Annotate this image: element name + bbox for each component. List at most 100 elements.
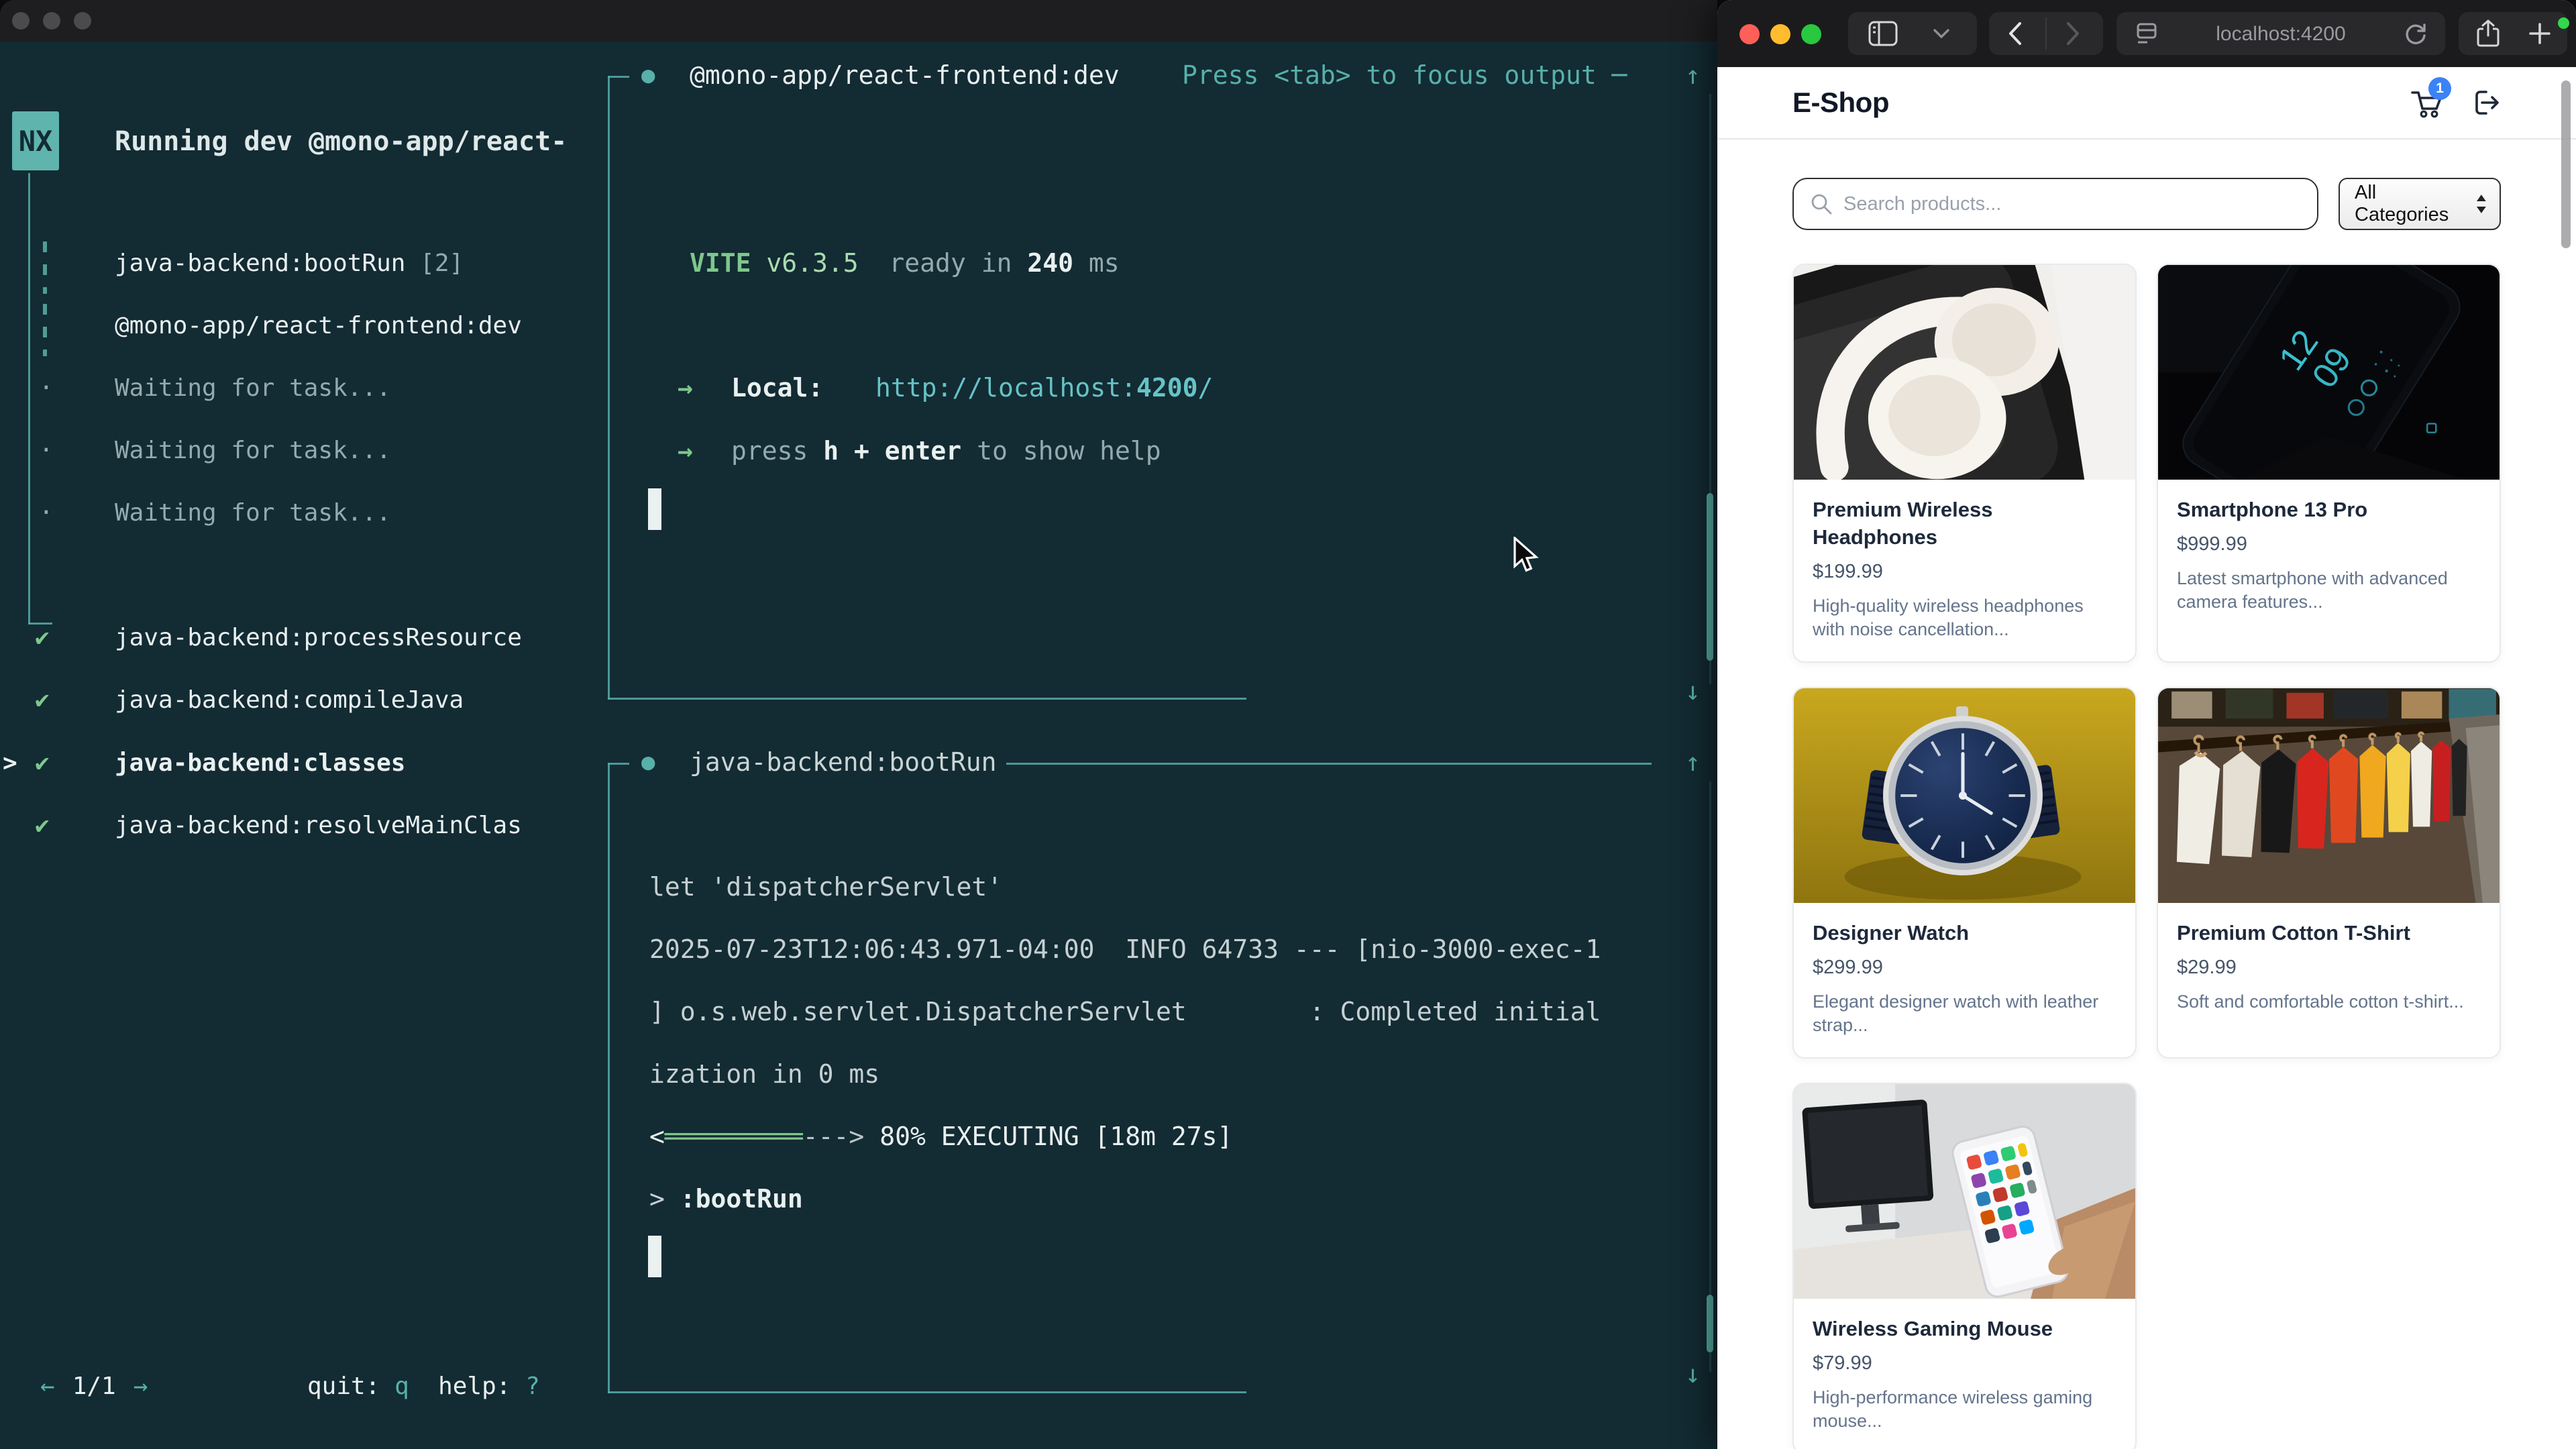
- search-input[interactable]: Search products...: [1792, 178, 2318, 230]
- product-name: Premium Wireless Headphones: [1813, 496, 2116, 551]
- product-image-smartphone: 12 09: [2158, 265, 2500, 480]
- product-card-body: Premium Wireless Headphones $199.99 High…: [1794, 480, 2135, 661]
- progress-bar: ═════════: [665, 1122, 803, 1151]
- product-price: $79.99: [1813, 1352, 2116, 1375]
- forward-icon[interactable]: [2065, 21, 2080, 46]
- product-description: Latest smartphone with advanced camera f…: [2177, 567, 2481, 614]
- browser-toolbar: localhost:4200: [1717, 0, 2576, 67]
- new-tab-icon[interactable]: [2528, 22, 2551, 45]
- scroll-down-icon[interactable]: ↓: [1685, 676, 1701, 706]
- waiting-bullet: ·: [39, 437, 54, 464]
- vite-ready-line: VITE v6.3.5 ready in 240 ms: [690, 248, 1120, 278]
- product-card[interactable]: Wireless Gaming Mouse $79.99 High-perfor…: [1792, 1083, 2137, 1449]
- task-count-badge: [2]: [420, 250, 464, 277]
- url-text[interactable]: localhost:4200: [2116, 23, 2445, 46]
- waiting-bullet: ·: [39, 499, 54, 527]
- pane-border: [608, 763, 629, 765]
- gradle-task-line: > :bootRun: [649, 1184, 803, 1214]
- product-image-watch: [1794, 688, 2135, 903]
- divider: [2045, 17, 2047, 50]
- product-price: $199.99: [1813, 561, 2116, 583]
- product-price: $29.99: [2177, 957, 2481, 979]
- queued-task-row: java-backend:bootRun [2]: [115, 250, 464, 277]
- product-name: Premium Cotton T-Shirt: [2177, 919, 2481, 947]
- task-label: java-backend:bootRun: [115, 250, 420, 277]
- local-url-link[interactable]: http://localhost:4200/: [875, 373, 1213, 402]
- select-stepper-icon: [2474, 192, 2489, 216]
- window-zoom-icon[interactable]: [74, 12, 91, 30]
- pager-right-arrow-icon[interactable]: →: [133, 1373, 148, 1400]
- category-select[interactable]: All Categories: [2339, 178, 2501, 230]
- search-placeholder: Search products...: [1843, 193, 2001, 215]
- product-description: Elegant designer watch with leather stra…: [1813, 990, 2116, 1037]
- chevron-down-icon[interactable]: [1933, 28, 1950, 39]
- check-icon: ✔: [35, 812, 50, 839]
- filters-row: Search products... All Categories: [1792, 178, 2501, 230]
- pane2-scrollbar-thumb[interactable]: [1707, 1295, 1713, 1352]
- waiting-task-row: Waiting for task...: [115, 437, 391, 464]
- completed-task-row: java-backend:compileJava: [115, 686, 464, 714]
- pane2-scrollbar-track[interactable]: [1709, 782, 1711, 1372]
- pane-bullet-icon: ●: [641, 749, 655, 775]
- reload-icon[interactable]: [2404, 21, 2428, 46]
- scroll-down-icon[interactable]: ↓: [1685, 1359, 1701, 1389]
- prompt-arrow-icon: →: [678, 373, 693, 402]
- terminal-cursor: [648, 1236, 661, 1277]
- product-description: High-quality wireless headphones with no…: [1813, 594, 2116, 641]
- pane1-scrollbar-thumb[interactable]: [1707, 493, 1713, 661]
- ready-prefix: ready in: [859, 248, 1028, 278]
- completed-task-row: java-backend:resolveMainClas: [115, 812, 522, 839]
- product-card-body: Wireless Gaming Mouse $79.99 High-perfor…: [1794, 1299, 2135, 1449]
- category-selected-value: All Categories: [2355, 182, 2474, 226]
- product-card[interactable]: Designer Watch $299.99 Elegant designer …: [1792, 687, 2137, 1059]
- browser-window: localhost:4200 E-Shop 1: [1717, 0, 2576, 1449]
- product-card[interactable]: Premium Wireless Headphones $199.99 High…: [1792, 264, 2137, 663]
- window-minimize-icon[interactable]: [1770, 24, 1790, 44]
- pane-border: [608, 1391, 1246, 1393]
- product-price: $999.99: [2177, 533, 2481, 555]
- pane2-title: java-backend:bootRun: [690, 747, 997, 777]
- ready-ms: 240: [1027, 248, 1073, 278]
- completed-task-row: java-backend:processResource: [115, 624, 522, 651]
- product-name: Wireless Gaming Mouse: [1813, 1315, 2116, 1342]
- sidebar-button-group: [1848, 12, 1977, 55]
- pane-border: [608, 763, 610, 1393]
- pane-bullet-icon: ●: [641, 62, 655, 89]
- window-minimize-icon[interactable]: [43, 12, 60, 30]
- product-image-tshirts: [2158, 688, 2500, 903]
- cart-button[interactable]: 1: [2410, 87, 2443, 119]
- task-spinner-icon: [43, 304, 47, 356]
- toolbar-actions-group: [2459, 12, 2567, 55]
- log-line: ization in 0 ms: [649, 1059, 879, 1089]
- terminal-titlebar[interactable]: [0, 0, 1717, 42]
- product-card[interactable]: 12 09 Smartphone 13 Pro $999.99: [2157, 264, 2501, 663]
- logout-button[interactable]: [2470, 88, 2501, 117]
- pager-left-arrow-icon[interactable]: ←: [40, 1373, 55, 1400]
- product-card[interactable]: Premium Cotton T-Shirt $29.99 Soft and c…: [2157, 687, 2501, 1059]
- product-name: Smartphone 13 Pro: [2177, 496, 2481, 523]
- search-icon: [1810, 193, 1833, 215]
- product-card-body: Smartphone 13 Pro $999.99 Latest smartph…: [2158, 480, 2500, 634]
- back-icon[interactable]: [2008, 21, 2023, 46]
- product-image-headphones: [1794, 265, 2135, 480]
- window-zoom-icon[interactable]: [1801, 24, 1821, 44]
- product-grid: Premium Wireless Headphones $199.99 High…: [1792, 264, 2501, 1449]
- pane-border: [608, 76, 629, 78]
- product-image-mouse: [1794, 1084, 2135, 1299]
- scroll-up-icon[interactable]: ↑: [1685, 60, 1701, 90]
- scroll-up-icon[interactable]: ↑: [1685, 747, 1701, 777]
- page-scrollbar-thumb[interactable]: [2561, 80, 2571, 248]
- nav-button-group: [1989, 12, 2103, 55]
- address-bar[interactable]: localhost:4200: [2116, 12, 2445, 55]
- product-name: Designer Watch: [1813, 919, 2116, 947]
- sidebar-icon[interactable]: [1868, 21, 1898, 46]
- gradle-progress-line: <═════════---> 80% EXECUTING [18m 27s]: [649, 1122, 1232, 1151]
- check-icon: ✔: [35, 686, 50, 714]
- screen: NX Running dev @mono-app/react- java-bac…: [0, 0, 2576, 1449]
- window-close-icon[interactable]: [12, 12, 30, 30]
- help-hint-line: press h + enter to show help: [731, 436, 1161, 466]
- keyboard-hints: quit: q help: ?: [307, 1373, 540, 1400]
- share-icon[interactable]: [2476, 19, 2500, 48]
- quit-key: q: [380, 1373, 409, 1400]
- window-close-icon[interactable]: [1739, 24, 1760, 44]
